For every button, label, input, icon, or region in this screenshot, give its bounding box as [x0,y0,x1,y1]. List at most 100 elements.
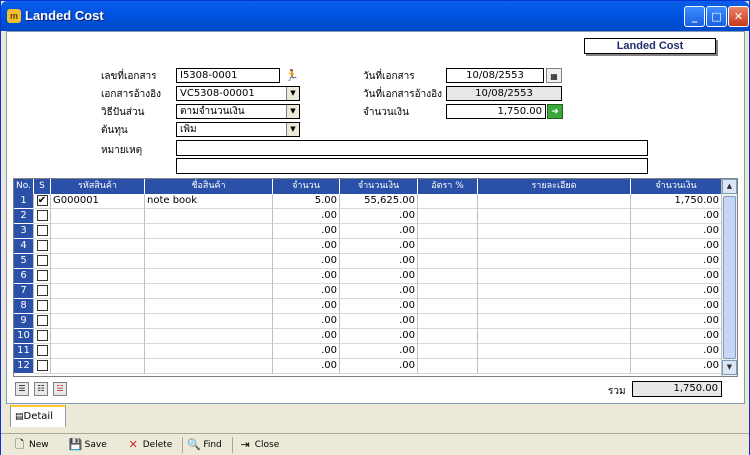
cell-rate[interactable] [418,269,478,284]
cell-name[interactable] [145,359,273,374]
cell-total[interactable]: .00 [631,299,722,314]
table-row[interactable]: 11.00.00.00 [14,344,722,359]
checkbox-icon[interactable] [36,285,48,296]
cell-code[interactable] [51,239,145,254]
arrow-right-icon[interactable]: ➜ [547,104,563,119]
cell-total[interactable]: .00 [631,269,722,284]
checkbox-icon[interactable] [36,360,48,371]
tab-detail[interactable]: ▤Detail [10,405,66,427]
cell-code[interactable] [51,269,145,284]
column-header-no[interactable]: No. [14,179,34,194]
calendar-icon[interactable]: ▦ [546,68,562,83]
doc-date-field[interactable]: 10/08/2553 [446,68,544,83]
cell-code[interactable] [51,254,145,269]
cell-amount[interactable]: .00 [340,269,418,284]
cell-code[interactable] [51,209,145,224]
cell-total[interactable]: .00 [631,239,722,254]
run-icon[interactable]: 🏃 [284,68,300,83]
row-select-checkbox[interactable] [34,299,51,314]
row-select-checkbox[interactable] [34,284,51,299]
cell-detail[interactable] [478,194,631,209]
cell-rate[interactable] [418,194,478,209]
minimize-button[interactable]: _ [684,6,705,27]
cell-qty[interactable]: 5.00 [273,194,340,209]
maximize-button[interactable]: □ [706,6,727,27]
cell-qty[interactable]: .00 [273,209,340,224]
close-window-button[interactable]: ✕ [728,6,749,27]
cell-name[interactable] [145,284,273,299]
cell-code[interactable] [51,284,145,299]
table-row[interactable]: 1 ✔ G000001 note book 5.00 55,625.00 1,750.00 [14,194,722,209]
column-header-detail[interactable]: รายละเอียด [478,179,631,194]
cell-total[interactable]: .00 [631,209,722,224]
cell-detail[interactable] [478,314,631,329]
row-select-checkbox[interactable] [34,224,51,239]
row-select-checkbox[interactable] [34,239,51,254]
table-row[interactable]: 6.00.00.00 [14,269,722,284]
cell-code[interactable] [51,299,145,314]
cell-name[interactable] [145,209,273,224]
table-row[interactable]: 8.00.00.00 [14,299,722,314]
table-row[interactable]: 4.00.00.00 [14,239,722,254]
row-select-checkbox[interactable] [34,209,51,224]
cell-rate[interactable] [418,284,478,299]
delete-row-icon[interactable]: ☷ [34,382,48,396]
scroll-down-icon[interactable]: ▼ [722,360,737,375]
column-header-rate[interactable]: อัตรา % [418,179,478,194]
table-row[interactable]: 10.00.00.00 [14,329,722,344]
cell-rate[interactable] [418,344,478,359]
cell-name[interactable] [145,314,273,329]
cell-amount[interactable]: .00 [340,359,418,374]
checkbox-icon[interactable] [36,210,48,221]
table-row[interactable]: 2.00.00.00 [14,209,722,224]
cell-rate[interactable] [418,224,478,239]
amount-field[interactable]: 1,750.00 [446,104,546,119]
method-dropdown[interactable]: ตามจำนวนเงิน ▼ [176,104,300,119]
checkbox-icon[interactable] [36,255,48,266]
row-select-checkbox[interactable] [34,314,51,329]
row-select-checkbox[interactable]: ✔ [34,194,51,209]
cell-amount[interactable]: .00 [340,299,418,314]
checkbox-icon[interactable] [36,300,48,311]
chevron-down-icon[interactable]: ▼ [286,123,299,136]
cell-detail[interactable] [478,299,631,314]
cell-code[interactable] [51,314,145,329]
cell-qty[interactable]: .00 [273,254,340,269]
cell-amount[interactable]: 55,625.00 [340,194,418,209]
cell-name[interactable] [145,329,273,344]
column-header-qty[interactable]: จำนวน [273,179,340,194]
cell-code[interactable] [51,224,145,239]
delete-button[interactable]: ✕ Delete [127,438,173,451]
cell-amount[interactable]: .00 [340,224,418,239]
cell-amount[interactable]: .00 [340,209,418,224]
grid-scrollbar[interactable]: ▲ ▼ [721,179,737,376]
checkbox-icon[interactable] [36,225,48,236]
cell-rate[interactable] [418,299,478,314]
scroll-thumb[interactable] [723,196,736,359]
cell-amount[interactable]: .00 [340,239,418,254]
cell-total[interactable]: .00 [631,284,722,299]
cell-detail[interactable] [478,344,631,359]
cell-name[interactable] [145,239,273,254]
cell-total[interactable]: .00 [631,359,722,374]
cell-total[interactable]: 1,750.00 [631,194,722,209]
column-header-select[interactable]: S [34,179,51,194]
cell-qty[interactable]: .00 [273,284,340,299]
new-button[interactable]: 🗋 New [13,438,49,451]
cell-total[interactable]: .00 [631,314,722,329]
table-row[interactable]: 12.00.00.00 [14,359,722,374]
table-row[interactable]: 7.00.00.00 [14,284,722,299]
checkbox-icon[interactable] [36,330,48,341]
ref-doc-dropdown[interactable]: VC5308-00001 ▼ [176,86,300,101]
cell-name[interactable]: note book [145,194,273,209]
row-select-checkbox[interactable] [34,254,51,269]
cell-detail[interactable] [478,224,631,239]
find-button[interactable]: 🔍 Find [187,438,221,451]
checkbox-icon[interactable] [36,345,48,356]
cell-rate[interactable] [418,329,478,344]
remark-field-1[interactable] [176,140,648,156]
title-bar[interactable]: m Landed Cost _ □ ✕ [1,1,749,31]
cell-qty[interactable]: .00 [273,299,340,314]
column-header-code[interactable]: รหัสสินค้า [51,179,145,194]
cell-qty[interactable]: .00 [273,359,340,374]
